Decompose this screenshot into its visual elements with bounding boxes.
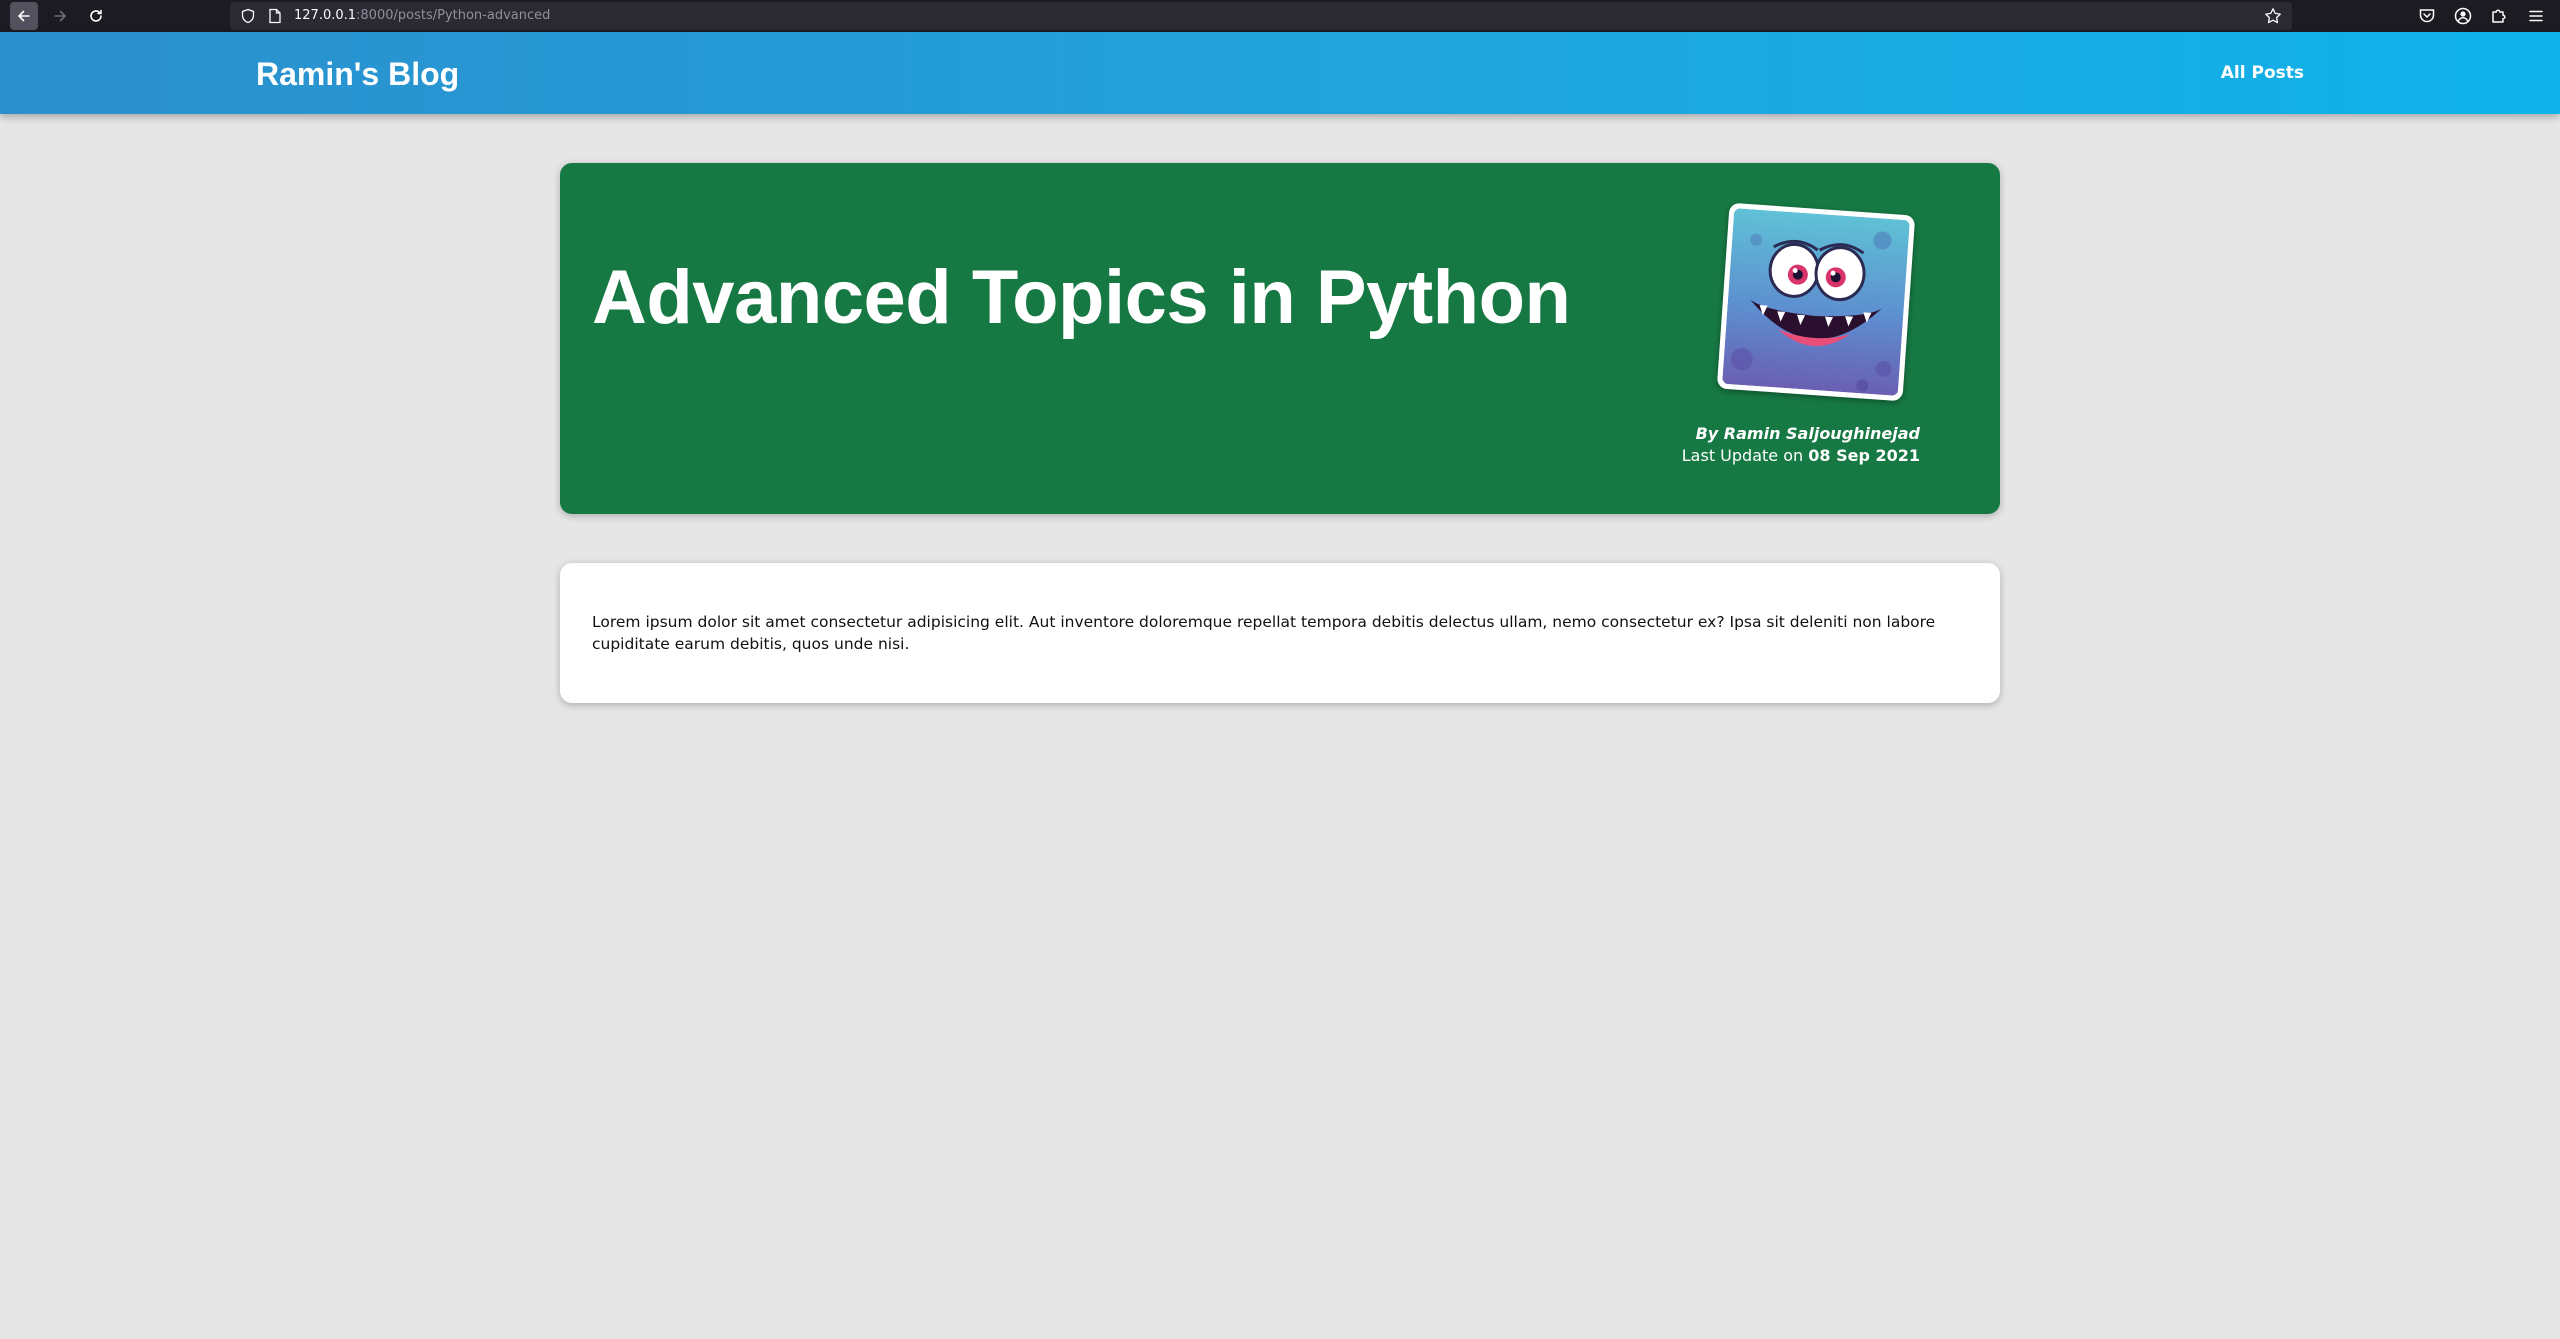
extensions-button[interactable] bbox=[2489, 6, 2509, 26]
arrow-right-icon bbox=[54, 10, 66, 22]
menu-button[interactable] bbox=[2526, 6, 2546, 26]
reload-button[interactable] bbox=[82, 2, 110, 30]
url-text[interactable]: 127.0.0.1:8000/posts/Python-advanced bbox=[294, 7, 550, 25]
post-title: Advanced Topics in Python bbox=[592, 255, 1571, 340]
update-date: 08 Sep 2021 bbox=[1808, 446, 1920, 465]
page-icon[interactable] bbox=[268, 8, 282, 24]
post-hero: Advanced Topics in Python By Ramin Saljo… bbox=[560, 163, 2000, 514]
browser-toolbar: 127.0.0.1:8000/posts/Python-advanced bbox=[0, 0, 2560, 32]
site-title[interactable]: Ramin's Blog bbox=[256, 56, 459, 92]
pocket-button[interactable] bbox=[2417, 6, 2437, 26]
site-header: Ramin's Blog All Posts bbox=[0, 32, 2560, 114]
all-posts-link[interactable]: All Posts bbox=[2221, 62, 2304, 84]
update-info: Last Update on 08 Sep 2021 bbox=[1682, 445, 1920, 467]
account-button[interactable] bbox=[2453, 6, 2473, 26]
hamburger-icon bbox=[2529, 10, 2543, 22]
update-label: Last Update on bbox=[1681, 446, 1804, 465]
back-button[interactable] bbox=[10, 2, 38, 30]
author-name: By Ramin Saljoughinejad bbox=[1695, 424, 1920, 443]
bookmark-star-icon[interactable] bbox=[2264, 7, 2282, 25]
reload-icon bbox=[90, 9, 102, 22]
post-byline: By Ramin Saljoughinejad Last Update on 0… bbox=[1682, 423, 1920, 467]
arrow-left-icon bbox=[18, 10, 30, 22]
author-image bbox=[1716, 202, 1916, 402]
post-content: Lorem ipsum dolor sit amet consectetur a… bbox=[560, 563, 2000, 703]
forward-button[interactable] bbox=[46, 2, 74, 30]
pocket-icon bbox=[2419, 9, 2435, 23]
monster-avatar-icon bbox=[1722, 208, 1910, 396]
account-icon bbox=[2454, 7, 2472, 25]
address-bar[interactable]: 127.0.0.1:8000/posts/Python-advanced bbox=[230, 2, 2292, 30]
post-body: Lorem ipsum dolor sit amet consectetur a… bbox=[592, 613, 1936, 653]
puzzle-icon bbox=[2492, 9, 2506, 23]
shield-icon[interactable] bbox=[240, 8, 256, 24]
